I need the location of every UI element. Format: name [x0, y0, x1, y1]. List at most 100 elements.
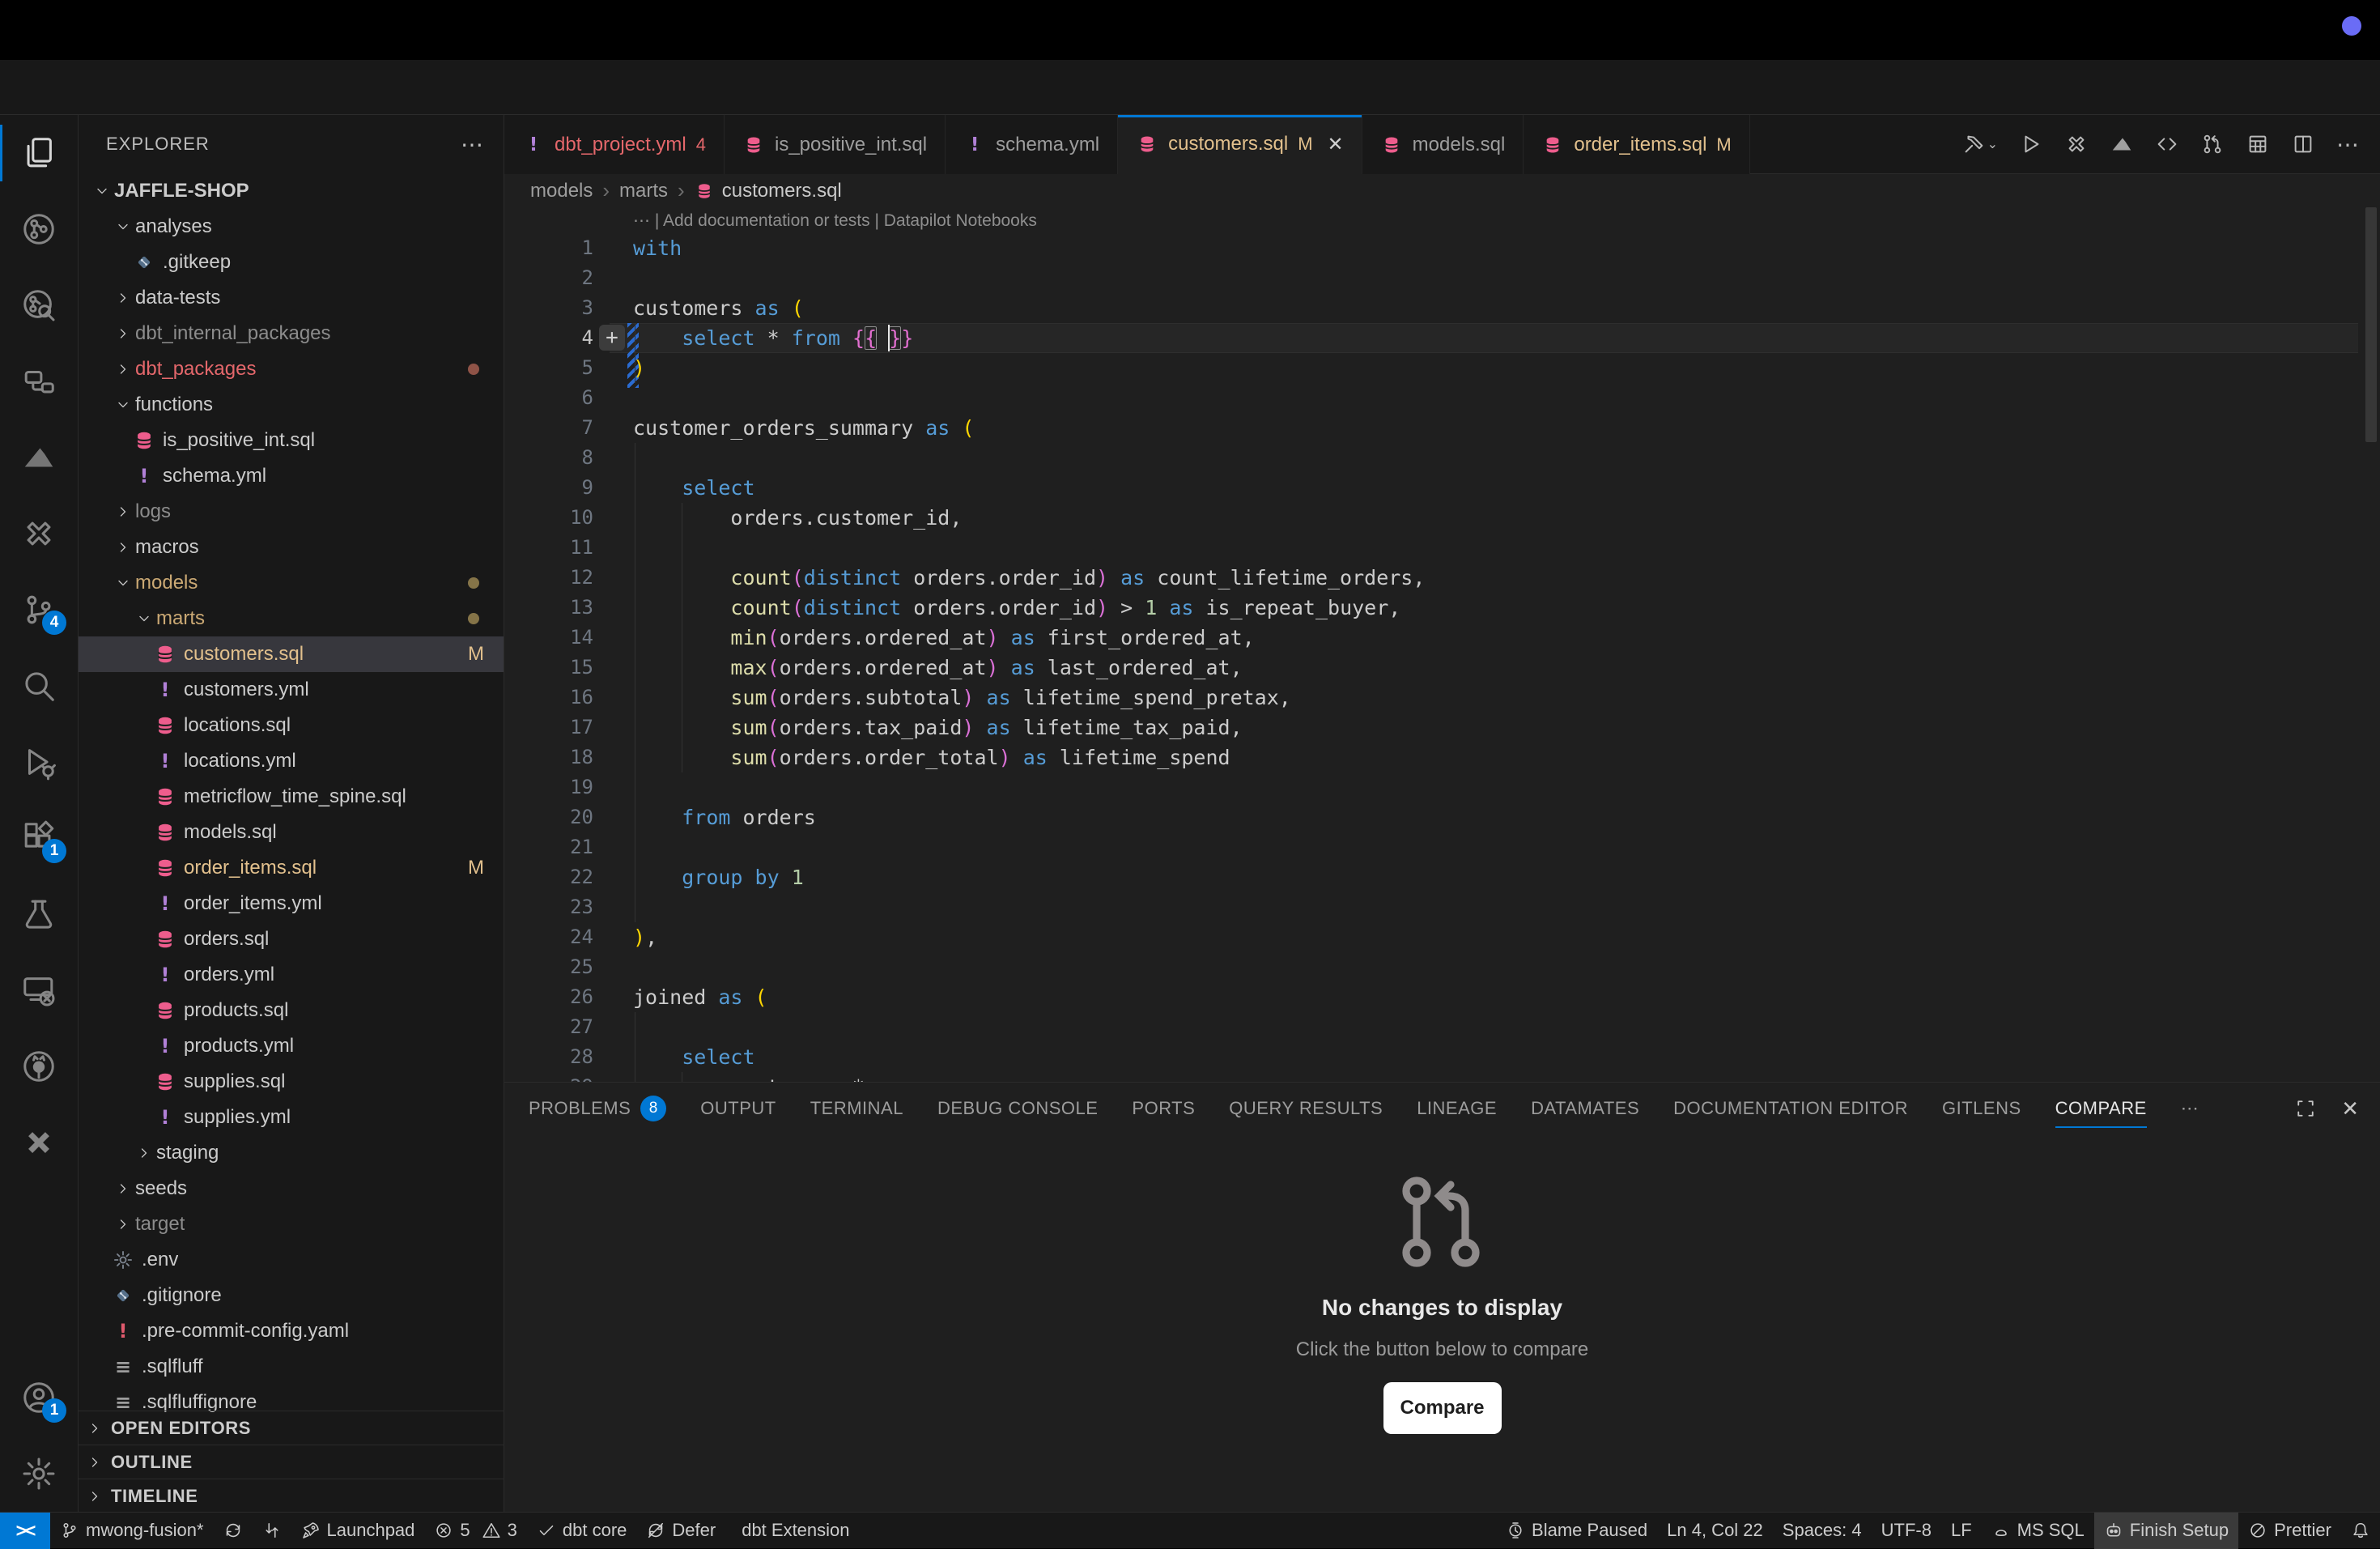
tab-dbt_project.yml[interactable]: !dbt_project.yml4	[504, 115, 725, 174]
tree-file-.env[interactable]: .env	[79, 1242, 504, 1278]
code-line-29[interactable]: 29 customers.*,	[504, 1072, 2380, 1082]
tab-is_positive_int.sql[interactable]: is_positive_int.sql	[725, 115, 946, 174]
activity-item-extensions[interactable]: 1	[0, 800, 78, 876]
tree-file-products.yml[interactable]: !products.yml	[79, 1028, 504, 1064]
status-dbt-extension[interactable]: dbt Extension	[725, 1513, 859, 1549]
status-prettier[interactable]: Prettier	[2238, 1513, 2341, 1549]
section-open-editors[interactable]: OPEN EDITORS	[79, 1411, 504, 1445]
activity-item-explorer[interactable]	[0, 115, 78, 191]
tree-file-metricflow_time_spine.sql[interactable]: metricflow_time_spine.sql	[79, 779, 504, 815]
tree-folder-dbt_internal_packages[interactable]: dbt_internal_packages	[79, 316, 504, 351]
tree-file-products.sql[interactable]: products.sql	[79, 993, 504, 1028]
tree-file-orders.yml[interactable]: !orders.yml	[79, 957, 504, 993]
activity-item-settings[interactable]	[0, 1436, 78, 1512]
panel-tab-gitlens[interactable]: GITLENS	[1942, 1083, 2021, 1134]
status-encoding[interactable]: UTF-8	[1872, 1513, 1941, 1549]
code-line-3[interactable]: 3customers as (	[504, 293, 2380, 323]
breadcrumb[interactable]: models›marts›customers.sql	[504, 174, 2380, 207]
activity-item-datapilot[interactable]	[0, 419, 78, 496]
code-line-9[interactable]: 9 select	[504, 473, 2380, 503]
code-line-24[interactable]: 24),	[504, 922, 2380, 952]
tree-file-models.sql[interactable]: models.sql	[79, 815, 504, 850]
explorer-more-actions[interactable]: ⋯	[461, 131, 483, 158]
code-editor[interactable]: ⋯ | Add documentation or tests | Datapil…	[504, 207, 2380, 1082]
status-sync[interactable]	[214, 1513, 253, 1549]
code-line-14[interactable]: 14 min(orders.ordered_at) as first_order…	[504, 623, 2380, 653]
panel-tab-lineage[interactable]: LINEAGE	[1417, 1083, 1497, 1134]
tree-folder-seeds[interactable]: seeds	[79, 1171, 504, 1206]
query-grid-button[interactable]	[2246, 132, 2270, 156]
code-line-23[interactable]: 23	[504, 892, 2380, 922]
code-line-19[interactable]: 19	[504, 772, 2380, 802]
breadcrumb-file[interactable]: customers.sql	[695, 180, 842, 202]
activity-item-remote-explorer[interactable]	[0, 952, 78, 1028]
breadcrumb-item[interactable]: models	[530, 180, 593, 202]
code-line-1[interactable]: 1with	[504, 233, 2380, 263]
panel-tab-compare[interactable]: COMPARE	[2055, 1083, 2147, 1134]
tree-folder-analyses[interactable]: analyses	[79, 209, 504, 245]
editor-scrollbar[interactable]	[2365, 207, 2377, 442]
status-git-branch[interactable]: mwong-fusion*	[50, 1513, 214, 1549]
code-line-11[interactable]: 11	[504, 533, 2380, 563]
activity-item-testing[interactable]	[0, 876, 78, 952]
status-notifications[interactable]	[2341, 1513, 2380, 1549]
tree-file-customers.yml[interactable]: !customers.yml	[79, 672, 504, 708]
activity-item-source-control[interactable]: 4	[0, 572, 78, 648]
activity-item-accounts[interactable]: 1	[0, 1360, 78, 1436]
tree-folder-staging[interactable]: staging	[79, 1135, 504, 1171]
run-button[interactable]	[2019, 132, 2043, 156]
tree-file-supplies.sql[interactable]: supplies.sql	[79, 1064, 504, 1100]
status-indentation[interactable]: Spaces: 4	[1773, 1513, 1872, 1549]
close-panel-icon[interactable]: ✕	[2341, 1096, 2359, 1121]
activity-item-dbt-lineage[interactable]	[0, 191, 78, 267]
code-line-25[interactable]: 25	[504, 952, 2380, 982]
close-tab-icon[interactable]: ✕	[1328, 133, 1344, 156]
split-editor-button[interactable]	[2291, 132, 2315, 156]
code-line-15[interactable]: 15 max(orders.ordered_at) as last_ordere…	[504, 653, 2380, 683]
section-timeline[interactable]: TIMELINE	[79, 1479, 504, 1512]
tree-folder-logs[interactable]: logs	[79, 494, 504, 530]
status-cursor-position[interactable]: Ln 4, Col 22	[1657, 1513, 1773, 1549]
more-button[interactable]: ⋯	[2336, 131, 2359, 158]
status-finish-setup[interactable]: Finish Setup	[2094, 1513, 2238, 1549]
tree-folder-target[interactable]: target	[79, 1206, 504, 1242]
code-line-4[interactable]: 4 select * from {{ }}	[504, 323, 2380, 353]
code-line-16[interactable]: 16 sum(orders.subtotal) as lifetime_spen…	[504, 683, 2380, 713]
code-line-28[interactable]: 28 select	[504, 1042, 2380, 1072]
tree-folder-JAFFLE-SHOP[interactable]: JAFFLE-SHOP	[79, 173, 504, 209]
tree-folder-marts[interactable]: marts	[79, 601, 504, 636]
git-pr-button[interactable]	[2200, 132, 2225, 156]
status-compare-changes[interactable]	[253, 1513, 291, 1549]
preview-code-button[interactable]	[2155, 132, 2179, 156]
panel-tab-terminal[interactable]: TERMINAL	[810, 1083, 903, 1134]
panel-tab-query-results[interactable]: QUERY RESULTS	[1229, 1083, 1383, 1134]
dbt-power-user-button[interactable]	[2064, 132, 2089, 156]
code-line-6[interactable]: 6	[504, 383, 2380, 413]
panel-tab-datamates[interactable]: DATAMATES	[1531, 1083, 1639, 1134]
tree-folder-data-tests[interactable]: data-tests	[79, 280, 504, 316]
tree-file-orders.sql[interactable]: orders.sql	[79, 921, 504, 957]
tree-folder-models[interactable]: models	[79, 565, 504, 601]
tree-file-.pre-commit-config.yaml[interactable]: !.pre-commit-config.yaml	[79, 1313, 504, 1349]
activity-item-run-debug[interactable]	[0, 724, 78, 800]
activity-item-flow[interactable]	[0, 343, 78, 419]
code-line-26[interactable]: 26joined as (	[504, 982, 2380, 1012]
tab-models.sql[interactable]: models.sql	[1362, 115, 1524, 174]
tree-folder-macros[interactable]: macros	[79, 530, 504, 565]
code-line-7[interactable]: 7customer_orders_summary as (	[504, 413, 2380, 443]
tree-file-schema.yml[interactable]: !schema.yml	[79, 458, 504, 494]
tab-customers.sql[interactable]: customers.sqlM✕	[1118, 115, 1362, 174]
code-line-2[interactable]: 2	[504, 263, 2380, 293]
panel-tab-output[interactable]: OUTPUT	[700, 1083, 776, 1134]
status-language-mode[interactable]: MS SQL	[1982, 1513, 2094, 1549]
section-outline[interactable]: OUTLINE	[79, 1445, 504, 1479]
code-line-13[interactable]: 13 count(distinct orders.order_id) > 1 a…	[504, 593, 2380, 623]
status-dbt-core[interactable]: dbt core	[527, 1513, 637, 1549]
activity-item-github[interactable]	[0, 1028, 78, 1104]
tab-order_items.sql[interactable]: order_items.sqlM	[1524, 115, 1749, 174]
tree-file-.gitignore[interactable]: .gitignore	[79, 1278, 504, 1313]
tree-file-order_items.sql[interactable]: order_items.sqlM	[79, 850, 504, 886]
panel-tab-documentation-editor[interactable]: DOCUMENTATION EDITOR	[1673, 1083, 1908, 1134]
code-line-12[interactable]: 12 count(distinct orders.order_id) as co…	[504, 563, 2380, 593]
tree-folder-dbt_packages[interactable]: dbt_packages	[79, 351, 504, 387]
